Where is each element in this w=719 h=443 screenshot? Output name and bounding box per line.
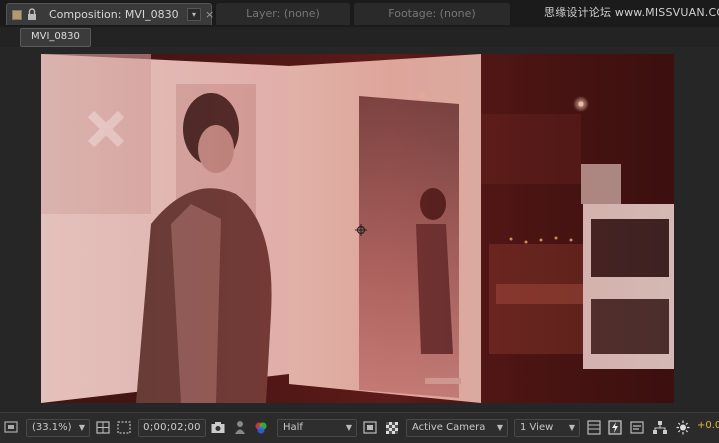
color-channels-icon[interactable] — [253, 419, 269, 436]
region-of-interest-icon[interactable] — [362, 419, 378, 436]
footage-tab-title: Footage: (none) — [388, 7, 476, 20]
timeline-icon[interactable] — [629, 419, 645, 436]
always-preview-icon[interactable] — [4, 419, 18, 436]
composition-viewer[interactable] — [0, 47, 719, 412]
snapshot-camera-icon[interactable] — [210, 419, 226, 436]
mask-icon[interactable] — [116, 419, 132, 436]
camera-view-value: Active Camera — [412, 422, 486, 433]
fast-preview-icon[interactable] — [607, 419, 623, 436]
layer-tab[interactable]: Layer: (none) — [216, 3, 350, 25]
watermark: 思缘设计论坛 www.MISSVUAN.COM — [544, 6, 719, 19]
composition-breadcrumb-row: MVI_0830 — [0, 27, 719, 47]
show-snapshot-icon[interactable] — [232, 419, 248, 436]
reset-exposure-icon[interactable] — [675, 419, 691, 436]
layer-tab-title: Layer: (none) — [246, 7, 320, 20]
chevron-down-icon: ▼ — [78, 423, 85, 432]
exposure-value[interactable]: +0.0 — [697, 420, 719, 431]
camera-view-dropdown[interactable]: Active Camera ▼ — [406, 419, 508, 437]
grid-icon[interactable] — [95, 419, 111, 436]
resolution-value: Half — [283, 422, 303, 433]
flowchart-icon[interactable] — [652, 419, 668, 436]
magnification-dropdown[interactable]: (33.1%) ▼ — [26, 419, 90, 437]
panel-color-swatch[interactable] — [12, 10, 22, 20]
magnification-value: (33.1%) — [32, 422, 72, 433]
footage-tab[interactable]: Footage: (none) — [354, 3, 510, 25]
view-layout-value: 1 View — [520, 422, 554, 433]
lock-icon[interactable] — [26, 8, 38, 21]
chevron-down-icon: ▼ — [568, 423, 575, 432]
resolution-dropdown[interactable]: Half ▼ — [277, 419, 357, 437]
composition-dropdown-button[interactable]: ▾ — [187, 8, 201, 21]
panel-tab-bar: Composition: MVI_0830 ▾ × Layer: (none) … — [0, 0, 719, 28]
view-layout-dropdown[interactable]: 1 View ▼ — [514, 419, 580, 437]
transparency-grid-icon[interactable] — [384, 419, 400, 436]
toggle-pixel-aspect-icon[interactable] — [586, 419, 602, 436]
composition-name-chip[interactable]: MVI_0830 — [20, 28, 91, 47]
anchor-point-icon[interactable] — [355, 224, 367, 236]
composition-tab[interactable]: Composition: MVI_0830 ▾ × — [6, 3, 214, 26]
composition-tab-title: Composition: MVI_0830 — [49, 8, 179, 21]
close-tab-button[interactable]: × — [205, 4, 214, 26]
chevron-down-icon: ▼ — [345, 423, 352, 432]
viewer-bottom-toolbar: (33.1%) ▼ 0;00;02;00 Half ▼ Active Camer… — [0, 412, 719, 443]
chevron-down-icon: ▼ — [496, 423, 503, 432]
timecode-value: 0;00;02;00 — [143, 422, 201, 433]
current-time-display[interactable]: 0;00;02;00 — [138, 419, 206, 437]
composition-frame[interactable] — [41, 54, 674, 403]
